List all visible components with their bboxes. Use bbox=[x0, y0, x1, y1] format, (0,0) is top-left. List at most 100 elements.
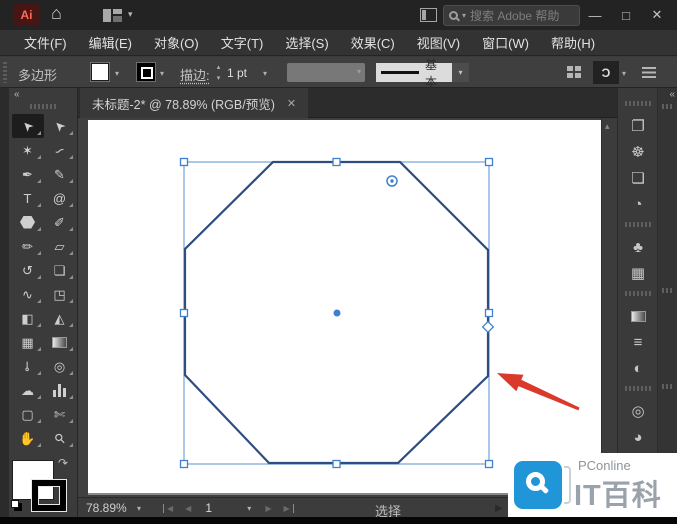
next-artboard-button[interactable]: ▶ bbox=[259, 504, 277, 513]
brush-definition-dropdown[interactable]: 基本 bbox=[376, 63, 452, 82]
search-input[interactable]: ▾ 搜索 Adobe 帮助 bbox=[443, 5, 580, 26]
workspace-chevron-down-icon[interactable]: ▾ bbox=[128, 9, 133, 20]
first-artboard-button[interactable]: ◀ bbox=[163, 504, 179, 513]
recolor-artwork-icon[interactable] bbox=[567, 66, 581, 79]
stroke-panel[interactable]: ≡ bbox=[618, 329, 658, 355]
libraries-panel[interactable]: ❏ bbox=[618, 165, 658, 191]
menu-type[interactable]: 文字(T) bbox=[210, 33, 275, 52]
shape-properties-chevron-down-icon[interactable]: ▾ bbox=[622, 69, 626, 78]
color-panel[interactable]: ☸ bbox=[618, 139, 658, 165]
paintbrush-tool[interactable]: ✐ bbox=[44, 210, 76, 234]
stroke-weight-stepper[interactable]: ▴ ▾ bbox=[214, 63, 223, 82]
artboard-tool[interactable]: ▢ bbox=[12, 402, 44, 426]
scale-tool[interactable]: ❏ bbox=[44, 258, 76, 282]
arrange-documents-icon[interactable] bbox=[420, 8, 437, 22]
dock-collapse-icon[interactable]: « bbox=[669, 89, 674, 100]
curvature-tool[interactable]: ✎ bbox=[44, 162, 76, 186]
variable-width-profile-dropdown[interactable] bbox=[287, 63, 365, 82]
last-artboard-button[interactable]: ▶ bbox=[277, 504, 293, 513]
menu-select[interactable]: 选择(S) bbox=[274, 33, 339, 52]
artboard-number-field[interactable]: 1 ▾ bbox=[200, 500, 256, 516]
scroll-right-icon[interactable]: ▶ bbox=[495, 503, 503, 514]
shape-properties-button[interactable]: Ɔ bbox=[593, 61, 619, 84]
eyedropper-tool[interactable]: ⊸ bbox=[12, 354, 44, 378]
artboard-chevron-down-icon[interactable]: ▾ bbox=[247, 504, 251, 513]
symbols-panel[interactable]: ♣ bbox=[618, 234, 658, 260]
dock-grip-handle[interactable] bbox=[625, 222, 651, 227]
free-transform-tool[interactable]: ◳ bbox=[44, 282, 76, 306]
stepper-down-icon[interactable]: ▾ bbox=[214, 74, 223, 82]
search-chevron-down-icon[interactable]: ▾ bbox=[462, 11, 466, 20]
graph-tool[interactable] bbox=[44, 378, 76, 402]
stroke-weight-chevron-down-icon[interactable]: ▾ bbox=[263, 69, 267, 78]
default-fill-stroke-icon[interactable] bbox=[11, 500, 19, 508]
dock-grip-handle[interactable] bbox=[662, 384, 674, 389]
gradient-panel[interactable] bbox=[618, 303, 658, 329]
app-logo-icon[interactable]: Ai bbox=[13, 4, 40, 26]
menu-help[interactable]: 帮助(H) bbox=[540, 33, 606, 52]
pen-tool[interactable]: ✒ bbox=[12, 162, 44, 186]
shape-builder-tool[interactable]: ◧ bbox=[12, 306, 44, 330]
shape-center-point[interactable] bbox=[334, 310, 341, 317]
gradient-tool[interactable] bbox=[44, 330, 76, 354]
transparency-panel[interactable]: ◐ bbox=[618, 355, 658, 381]
swatches-panel[interactable]: ▦ bbox=[618, 260, 658, 286]
menu-view[interactable]: 视图(V) bbox=[406, 33, 471, 52]
stroke-weight-field[interactable]: 1 pt bbox=[227, 63, 259, 82]
width-tool[interactable]: ∿ bbox=[12, 282, 44, 306]
fill-color-swatch[interactable] bbox=[91, 63, 109, 81]
home-icon[interactable]: ⌂ bbox=[51, 3, 62, 24]
menu-file[interactable]: 文件(F) bbox=[13, 33, 78, 52]
lasso-tool[interactable]: ∽ bbox=[44, 138, 76, 162]
stepper-up-icon[interactable]: ▴ bbox=[214, 63, 223, 71]
stroke-chevron-down-icon[interactable]: ▾ bbox=[160, 69, 164, 78]
selection-tool[interactable]: ➤ bbox=[12, 114, 44, 138]
hand-tool[interactable]: ✋ bbox=[12, 426, 44, 450]
direct-selection-tool[interactable]: ➤ bbox=[44, 114, 76, 138]
slice-tool[interactable]: ✄ bbox=[44, 402, 76, 426]
symbol-sprayer-tool[interactable]: ☁ bbox=[12, 378, 44, 402]
options-menu-icon[interactable] bbox=[642, 67, 656, 78]
perspective-grid-tool[interactable]: ◭ bbox=[44, 306, 76, 330]
mesh-tool[interactable]: ▦ bbox=[12, 330, 44, 354]
scroll-up-icon[interactable]: ▴ bbox=[605, 121, 610, 132]
menu-effect[interactable]: 效果(C) bbox=[340, 33, 406, 52]
document-tab[interactable]: 未标题-2* @ 78.89% (RGB/预览) ✕ bbox=[80, 88, 308, 118]
menu-edit[interactable]: 编辑(E) bbox=[78, 33, 143, 52]
workspace-switcher-icon[interactable] bbox=[103, 9, 111, 22]
appearance-panel[interactable]: ◎ bbox=[618, 398, 658, 424]
stroke-color-swatch[interactable] bbox=[137, 63, 155, 81]
spiral-tool[interactable]: @ bbox=[44, 186, 76, 210]
brush-chevron-down-icon[interactable]: ▾ bbox=[452, 63, 469, 82]
fill-chevron-down-icon[interactable]: ▾ bbox=[115, 69, 119, 78]
minimize-button[interactable]: — bbox=[583, 4, 607, 26]
stroke-weight-label[interactable]: 描边: bbox=[180, 65, 210, 84]
shaper-tool[interactable]: ✏ bbox=[12, 234, 44, 258]
shape-tool[interactable] bbox=[12, 210, 44, 234]
graphic-styles-panel[interactable]: ◕ bbox=[618, 424, 658, 450]
zoom-chevron-down-icon[interactable]: ▾ bbox=[137, 504, 141, 513]
close-button[interactable]: ✕ bbox=[645, 4, 669, 26]
tools-grip-handle[interactable] bbox=[30, 104, 56, 109]
eraser-tool[interactable]: ▱ bbox=[44, 234, 76, 258]
rotate-tool[interactable]: ↺ bbox=[12, 258, 44, 282]
type-tool[interactable]: T bbox=[12, 186, 44, 210]
previous-artboard-button[interactable]: ◀ bbox=[179, 504, 197, 513]
stroke-proxy-swatch[interactable] bbox=[32, 480, 66, 511]
layers-panel[interactable]: ❐ bbox=[618, 113, 658, 139]
dock-grip-handle[interactable] bbox=[662, 104, 674, 109]
dock-grip-handle[interactable] bbox=[625, 386, 651, 391]
maximize-button[interactable]: □ bbox=[614, 4, 638, 26]
dock-grip-handle[interactable] bbox=[625, 101, 651, 106]
tools-collapse-icon[interactable]: « bbox=[14, 89, 19, 100]
menu-window[interactable]: 窗口(W) bbox=[471, 33, 540, 52]
tab-close-icon[interactable]: ✕ bbox=[287, 97, 296, 110]
magic-wand-tool[interactable]: ✶ bbox=[12, 138, 44, 162]
dock-grip-handle[interactable] bbox=[625, 291, 651, 296]
options-grip-handle[interactable] bbox=[3, 62, 7, 83]
menu-object[interactable]: 对象(O) bbox=[143, 33, 210, 52]
blend-tool[interactable]: ◎ bbox=[44, 354, 76, 378]
dock-grip-handle[interactable] bbox=[662, 288, 674, 293]
zoom-level-value[interactable]: 78.89% bbox=[86, 501, 127, 515]
swap-fill-stroke-icon[interactable]: ↷ bbox=[58, 456, 68, 470]
